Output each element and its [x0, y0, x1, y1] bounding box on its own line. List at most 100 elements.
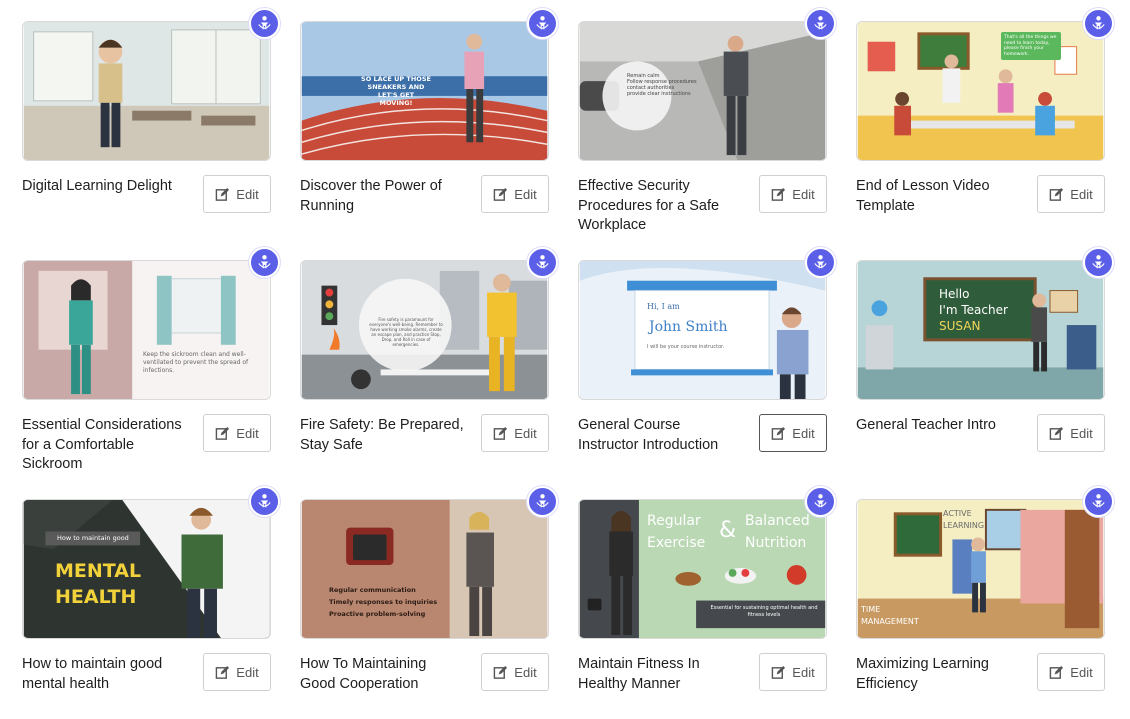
thumbnail-label-top: ACTIVE LEARNING [943, 508, 984, 532]
template-title: Effective Security Procedures for a Safe… [578, 178, 720, 233]
avatar-badge-icon[interactable] [805, 247, 836, 278]
list-item: Proactive problem-solving [329, 610, 426, 618]
template-thumbnail[interactable]: That's all the things we need to learn t… [856, 21, 1105, 161]
template-card: That's all the things we need to learn t… [856, 8, 1114, 247]
heading-line: HEALTH [55, 586, 137, 608]
edit-icon [216, 665, 230, 679]
template-thumbnail[interactable]: Hi, I am John Smith I will be your cours… [578, 260, 827, 400]
edit-button[interactable]: Edit [1037, 653, 1105, 691]
thumbnail-heading: MENTAL HEALTH [55, 558, 141, 610]
thumbnail-text: Keep the sickroom clean and well-ventila… [143, 351, 249, 374]
thumbnail-heading-right: Balanced Nutrition [745, 510, 810, 554]
edit-label: Edit [514, 664, 537, 680]
edit-button[interactable]: Edit [481, 653, 549, 691]
label-line: MANAGEMENT [861, 617, 919, 626]
template-title: Essential Considerations for a Comfortab… [22, 417, 182, 472]
template-thumbnail[interactable]: How to maintain good MENTAL HEALTH [22, 499, 271, 639]
template-thumbnail[interactable] [22, 21, 271, 161]
template-card: SO LACE UP THOSE SNEAKERS AND LET'S GET … [300, 8, 558, 247]
thumbnail-subtitle: I will be your course instructor. [647, 344, 725, 350]
thumbnail-text: Fire safety is paramount for everyone's … [369, 317, 443, 347]
heading-line: Regular [647, 513, 701, 529]
avatar-badge-icon[interactable] [1083, 247, 1114, 278]
edit-button[interactable]: Edit [481, 175, 549, 213]
template-title: Maintain Fitness In Healthy Manner [578, 656, 700, 692]
thumbnail-bullets: Remain calm Follow response procedures c… [627, 73, 697, 97]
chalk-line: Hello [939, 287, 970, 301]
avatar-badge-icon[interactable] [527, 486, 558, 517]
template-card: How to maintain good MENTAL HEALTH How t… [22, 486, 280, 719]
template-card: Remain calm Follow response procedures c… [578, 8, 836, 247]
chalk-line: SUSAN [939, 319, 981, 333]
template-thumbnail[interactable]: Keep the sickroom clean and well-ventila… [22, 260, 271, 400]
edit-button[interactable]: Edit [203, 653, 271, 691]
edit-label: Edit [236, 664, 259, 680]
template-thumbnail[interactable]: Fire safety is paramount for everyone's … [300, 260, 549, 400]
template-thumbnail[interactable]: Remain calm Follow response procedures c… [578, 21, 827, 161]
avatar-badge-icon[interactable] [527, 8, 558, 39]
parking-garage-illustration [579, 22, 826, 160]
avatar-badge-icon[interactable] [249, 8, 280, 39]
template-thumbnail[interactable]: SO LACE UP THOSE SNEAKERS AND LET'S GET … [300, 21, 549, 161]
edit-icon [494, 187, 508, 201]
template-thumbnail[interactable]: Regular Exercise & Balanced Nutrition Es… [578, 499, 827, 639]
thumbnail-heading-left: Regular Exercise [647, 510, 705, 554]
edit-icon [1050, 187, 1064, 201]
edit-icon [216, 426, 230, 440]
template-card: Regular communication Timely responses t… [300, 486, 558, 719]
chalk-line: I'm Teacher [939, 303, 1008, 317]
edit-button[interactable]: Edit [203, 175, 271, 213]
edit-button[interactable]: Edit [759, 653, 827, 691]
edit-button[interactable]: Edit [203, 414, 271, 452]
list-item: Regular communication [329, 586, 416, 594]
label-line: ACTIVE [943, 509, 972, 518]
edit-label: Edit [1070, 425, 1093, 441]
edit-label: Edit [1070, 186, 1093, 202]
edit-label: Edit [514, 186, 537, 202]
edit-icon [216, 187, 230, 201]
heading-line: Exercise [647, 535, 706, 551]
template-grid: Digital Learning Delight Edit SO LACE UP… [22, 8, 1114, 719]
label-line: TIME [861, 605, 881, 614]
heading-line: Nutrition [745, 535, 807, 551]
edit-label: Edit [792, 186, 815, 202]
speech-bubble-text: That's all the things we need to learn t… [1001, 32, 1061, 60]
avatar-badge-icon[interactable] [805, 8, 836, 39]
label-line: LEARNING [943, 521, 985, 530]
chalkboard-text: Hello I'm Teacher SUSAN [939, 286, 1008, 334]
edit-button[interactable]: Edit [1037, 175, 1105, 213]
template-thumbnail[interactable]: ACTIVE LEARNING TIME MANAGEMENT [856, 499, 1105, 639]
edit-button[interactable]: Edit [481, 414, 549, 452]
template-title: How to maintain good mental health [22, 656, 163, 692]
template-card: Fire safety is paramount for everyone's … [300, 247, 558, 486]
template-thumbnail[interactable]: Regular communication Timely responses t… [300, 499, 549, 639]
thumbnail-label-bottom: TIME MANAGEMENT [861, 604, 919, 628]
sickroom-illustration [23, 261, 270, 399]
template-title: General Teacher Intro [856, 417, 996, 433]
template-card: Regular Exercise & Balanced Nutrition Es… [578, 486, 836, 719]
thumbnail-greeting: Hi, I am [647, 302, 680, 311]
template-thumbnail[interactable]: Hello I'm Teacher SUSAN [856, 260, 1105, 400]
edit-button[interactable]: Edit [1037, 414, 1105, 452]
thumbnail-text: SO LACE UP THOSE SNEAKERS AND LET'S GET … [361, 75, 431, 107]
template-card: Digital Learning Delight Edit [22, 8, 280, 247]
edit-label: Edit [236, 425, 259, 441]
edit-icon [772, 665, 786, 679]
avatar-badge-icon[interactable] [249, 486, 280, 517]
bullet-text: provide clear instructions [627, 91, 691, 97]
edit-icon [494, 665, 508, 679]
edit-button[interactable]: Edit [759, 175, 827, 213]
avatar-badge-icon[interactable] [249, 247, 280, 278]
avatar-badge-icon[interactable] [527, 247, 558, 278]
edit-icon [1050, 426, 1064, 440]
avatar-badge-icon[interactable] [1083, 486, 1114, 517]
edit-icon [772, 426, 786, 440]
edit-icon [772, 187, 786, 201]
edit-button[interactable]: Edit [759, 414, 827, 452]
avatar-badge-icon[interactable] [1083, 8, 1114, 39]
template-title: General Course Instructor Introduction [578, 417, 719, 453]
template-title: End of Lesson Video Template [856, 178, 990, 214]
template-title: Discover the Power of Running [300, 178, 442, 214]
avatar-badge-icon[interactable] [805, 486, 836, 517]
thumbnail-subtitle: How to maintain good [57, 534, 129, 542]
